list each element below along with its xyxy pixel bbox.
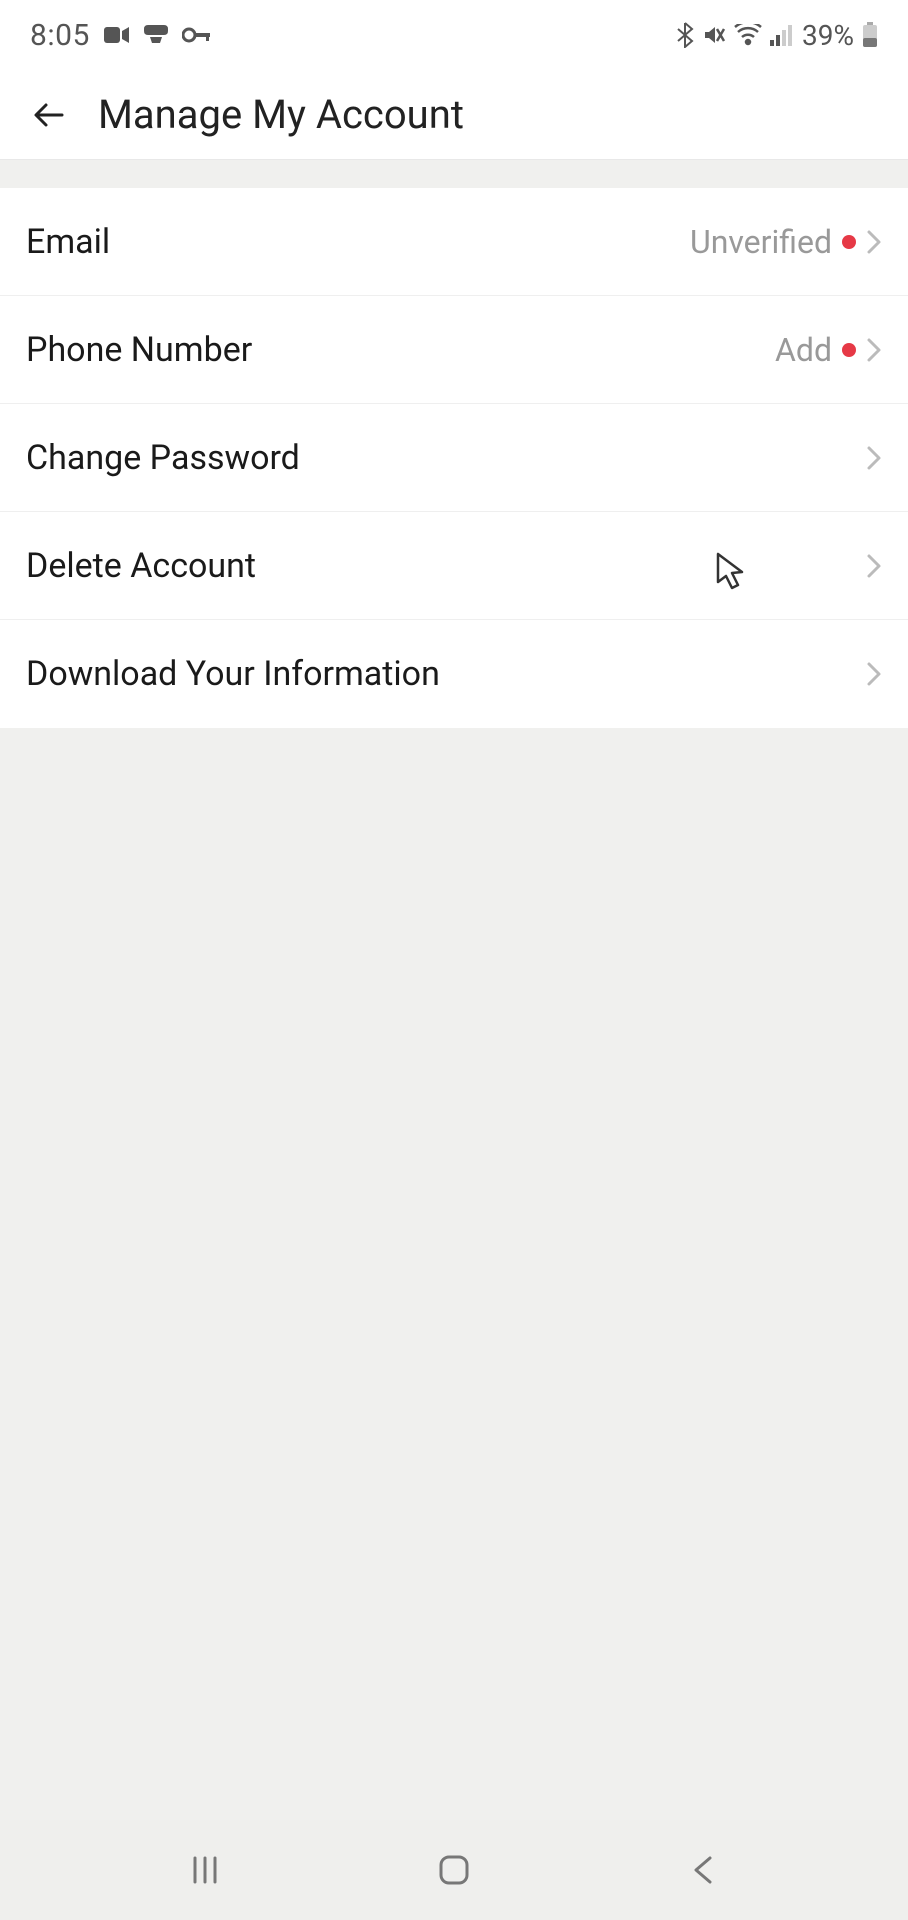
status-time: 8:05	[30, 18, 90, 53]
status-right: 39%	[676, 19, 878, 52]
battery-icon	[862, 22, 878, 48]
home-icon	[436, 1852, 472, 1888]
mute-icon	[702, 23, 726, 47]
back-nav-button[interactable]	[673, 1840, 733, 1900]
item-right	[866, 445, 882, 471]
nav-bar	[0, 1820, 908, 1920]
status-bar: 8:05 39%	[0, 0, 908, 70]
bluetooth-icon	[676, 22, 694, 48]
battery-text: 39%	[802, 19, 854, 52]
recents-button[interactable]	[175, 1840, 235, 1900]
status-left: 8:05	[30, 18, 210, 53]
item-label: Download Your Information	[26, 654, 440, 694]
chevron-right-icon	[866, 337, 882, 363]
wifi-icon	[734, 24, 762, 46]
download-info-item[interactable]: Download Your Information	[0, 620, 908, 728]
delete-account-item[interactable]: Delete Account	[0, 512, 908, 620]
alert-dot-icon	[842, 235, 856, 249]
alert-dot-icon	[842, 343, 856, 357]
chevron-right-icon	[866, 229, 882, 255]
change-password-item[interactable]: Change Password	[0, 404, 908, 512]
item-label: Email	[26, 222, 110, 262]
signal-icon	[770, 24, 794, 46]
cast-icon	[144, 25, 168, 45]
recents-icon	[187, 1852, 223, 1888]
back-button[interactable]	[20, 85, 80, 145]
item-right	[866, 661, 882, 687]
phone-number-item[interactable]: Phone Number Add	[0, 296, 908, 404]
key-icon	[182, 27, 210, 43]
item-right	[866, 553, 882, 579]
header: Manage My Account	[0, 70, 908, 160]
item-status: Unverified	[690, 223, 832, 261]
chevron-right-icon	[866, 661, 882, 687]
page-title: Manage My Account	[98, 91, 464, 138]
email-item[interactable]: Email Unverified	[0, 188, 908, 296]
chevron-right-icon	[866, 445, 882, 471]
item-label: Delete Account	[26, 546, 256, 586]
chevron-right-icon	[866, 553, 882, 579]
settings-list: Email Unverified Phone Number Add Change…	[0, 188, 908, 728]
item-right: Unverified	[690, 223, 882, 261]
item-status: Add	[775, 331, 832, 369]
item-label: Phone Number	[26, 330, 252, 370]
section-gap	[0, 160, 908, 188]
arrow-left-icon	[30, 95, 70, 135]
home-button[interactable]	[424, 1840, 484, 1900]
item-right: Add	[775, 331, 882, 369]
item-label: Change Password	[26, 438, 300, 478]
video-icon	[104, 25, 130, 45]
back-nav-icon	[688, 1852, 718, 1888]
